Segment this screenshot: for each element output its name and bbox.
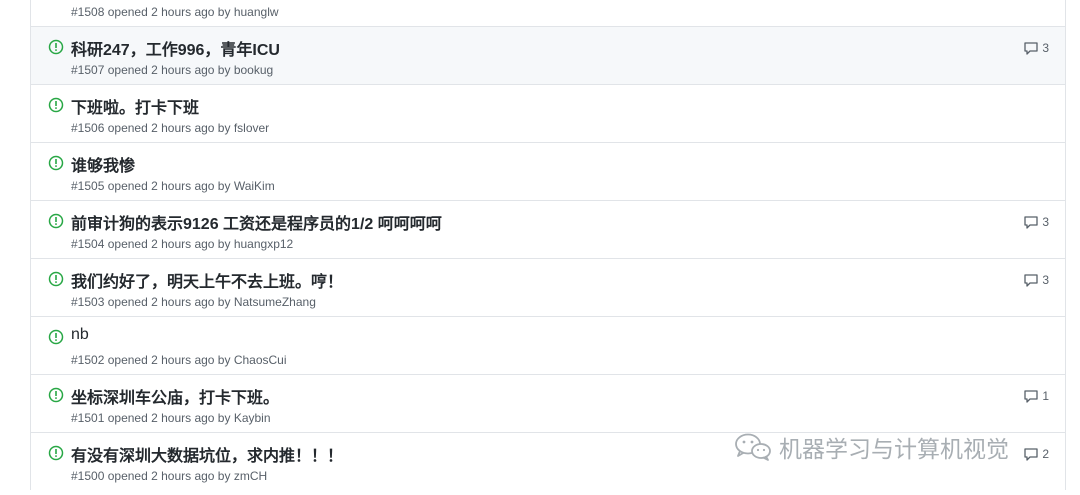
issue-title[interactable]: 我们约好了，明天上午不去上班。哼！: [71, 268, 343, 292]
issue-author-link[interactable]: zmCH: [234, 469, 267, 483]
issue-author-link[interactable]: Kaybin: [234, 411, 271, 425]
issue-number: #1508: [71, 5, 105, 19]
issue-row-1501[interactable]: 坐标深圳车公庙，打卡下班。 #1501 opened 2 hours ago b…: [31, 374, 1065, 432]
comment-icon: [1024, 390, 1038, 403]
issue-opened-text: opened 2 hours ago by: [107, 121, 231, 135]
issue-author-link[interactable]: huanglw: [234, 5, 279, 19]
issue-row-1506[interactable]: 下班啦。打卡下班 #1506 opened 2 hours ago by fsl…: [31, 84, 1065, 142]
comment-count-link[interactable]: 3: [1023, 272, 1049, 288]
issue-opened-text: opened 2 hours ago by: [107, 411, 231, 425]
issue-row-1505[interactable]: 谁够我惨 #1505 opened 2 hours ago by WaiKim: [31, 142, 1065, 200]
issue-meta: #1502 opened 2 hours ago by ChaosCui: [71, 353, 287, 367]
issue-meta: #1504 opened 2 hours ago by huangxp12: [71, 237, 293, 251]
issue-meta: #1500 opened 2 hours ago by zmCH: [71, 469, 267, 483]
issue-row-1500[interactable]: 有没有深圳大数据坑位，求内推！！！ #1500 opened 2 hours a…: [31, 432, 1065, 490]
comment-count: 3: [1042, 215, 1049, 229]
issue-row-1507[interactable]: 科研247，工作996，青年ICU #1507 opened 2 hours a…: [31, 26, 1065, 84]
issue-meta: #1505 opened 2 hours ago by WaiKim: [71, 179, 275, 193]
issue-title[interactable]: 坐标深圳车公庙，打卡下班。: [71, 384, 279, 408]
comment-count: 3: [1042, 41, 1049, 55]
issue-meta: #1506 opened 2 hours ago by fslover: [71, 121, 269, 135]
issue-number: #1503: [71, 295, 105, 309]
issue-author-link[interactable]: huangxp12: [234, 237, 293, 251]
issue-row-1502[interactable]: nb #1502 opened 2 hours ago by ChaosCui: [31, 316, 1065, 374]
issue-author-link[interactable]: NatsumeZhang: [234, 295, 316, 309]
comment-count-link[interactable]: 2: [1023, 446, 1049, 462]
issue-number: #1500: [71, 469, 105, 483]
issue-opened-text: opened 2 hours ago by: [107, 237, 231, 251]
issue-opened-text: opened 2 hours ago by: [107, 5, 231, 19]
issue-row-1503[interactable]: 我们约好了，明天上午不去上班。哼！ #1503 opened 2 hours a…: [31, 258, 1065, 316]
issue-opened-text: opened 2 hours ago by: [107, 63, 231, 77]
issue-title[interactable]: nb: [71, 326, 89, 344]
issue-opened-icon: [48, 445, 64, 461]
comment-icon: [1024, 42, 1038, 55]
issue-author-link[interactable]: fslover: [234, 121, 269, 135]
issue-opened-icon: [48, 213, 64, 229]
issue-author-link[interactable]: WaiKim: [234, 179, 275, 193]
comment-count-link[interactable]: 3: [1023, 40, 1049, 56]
comment-icon: [1024, 448, 1038, 461]
issue-opened-icon: [48, 329, 64, 345]
issue-opened-icon: [48, 271, 64, 287]
issue-meta: #1501 opened 2 hours ago by Kaybin: [71, 411, 271, 425]
issue-opened-icon: [48, 39, 64, 55]
issue-opened-icon: [48, 155, 64, 171]
issue-number: #1506: [71, 121, 105, 135]
comment-count: 3: [1042, 273, 1049, 287]
issue-list: #1508 opened 2 hours ago by huanglw 科研24…: [30, 0, 1066, 490]
comment-icon: [1024, 274, 1038, 287]
issue-number: #1501: [71, 411, 105, 425]
issue-title[interactable]: 下班啦。打卡下班: [71, 94, 199, 118]
issue-number: #1507: [71, 63, 105, 77]
comment-count: 1: [1042, 389, 1049, 403]
issue-title[interactable]: 前审计狗的表示9126 工资还是程序员的1/2 呵呵呵呵: [71, 210, 442, 234]
comment-count: 2: [1042, 447, 1049, 461]
issue-opened-text: opened 2 hours ago by: [107, 469, 231, 483]
issue-opened-text: opened 2 hours ago by: [107, 295, 231, 309]
comment-icon: [1024, 216, 1038, 229]
issue-title[interactable]: 有没有深圳大数据坑位，求内推！！！: [71, 442, 343, 466]
issue-author-link[interactable]: ChaosCui: [234, 353, 287, 367]
issue-row-1504[interactable]: 前审计狗的表示9126 工资还是程序员的1/2 呵呵呵呵 #1504 opene…: [31, 200, 1065, 258]
issue-title[interactable]: 科研247，工作996，青年ICU: [71, 36, 280, 60]
issue-opened-text: opened 2 hours ago by: [107, 179, 231, 193]
issue-opened-icon: [48, 97, 64, 113]
issue-row-1508[interactable]: #1508 opened 2 hours ago by huanglw: [31, 0, 1065, 26]
issue-opened-icon: [48, 387, 64, 403]
issue-number: #1504: [71, 237, 105, 251]
issue-meta: #1503 opened 2 hours ago by NatsumeZhang: [71, 295, 316, 309]
issue-number: #1502: [71, 353, 105, 367]
issue-meta: #1507 opened 2 hours ago by bookug: [71, 63, 273, 77]
issue-number: #1505: [71, 179, 105, 193]
comment-count-link[interactable]: 1: [1023, 388, 1049, 404]
issue-title[interactable]: 谁够我惨: [71, 152, 135, 176]
issue-opened-text: opened 2 hours ago by: [107, 353, 231, 367]
issue-author-link[interactable]: bookug: [234, 63, 273, 77]
comment-count-link[interactable]: 3: [1023, 214, 1049, 230]
issue-meta: #1508 opened 2 hours ago by huanglw: [71, 5, 279, 19]
